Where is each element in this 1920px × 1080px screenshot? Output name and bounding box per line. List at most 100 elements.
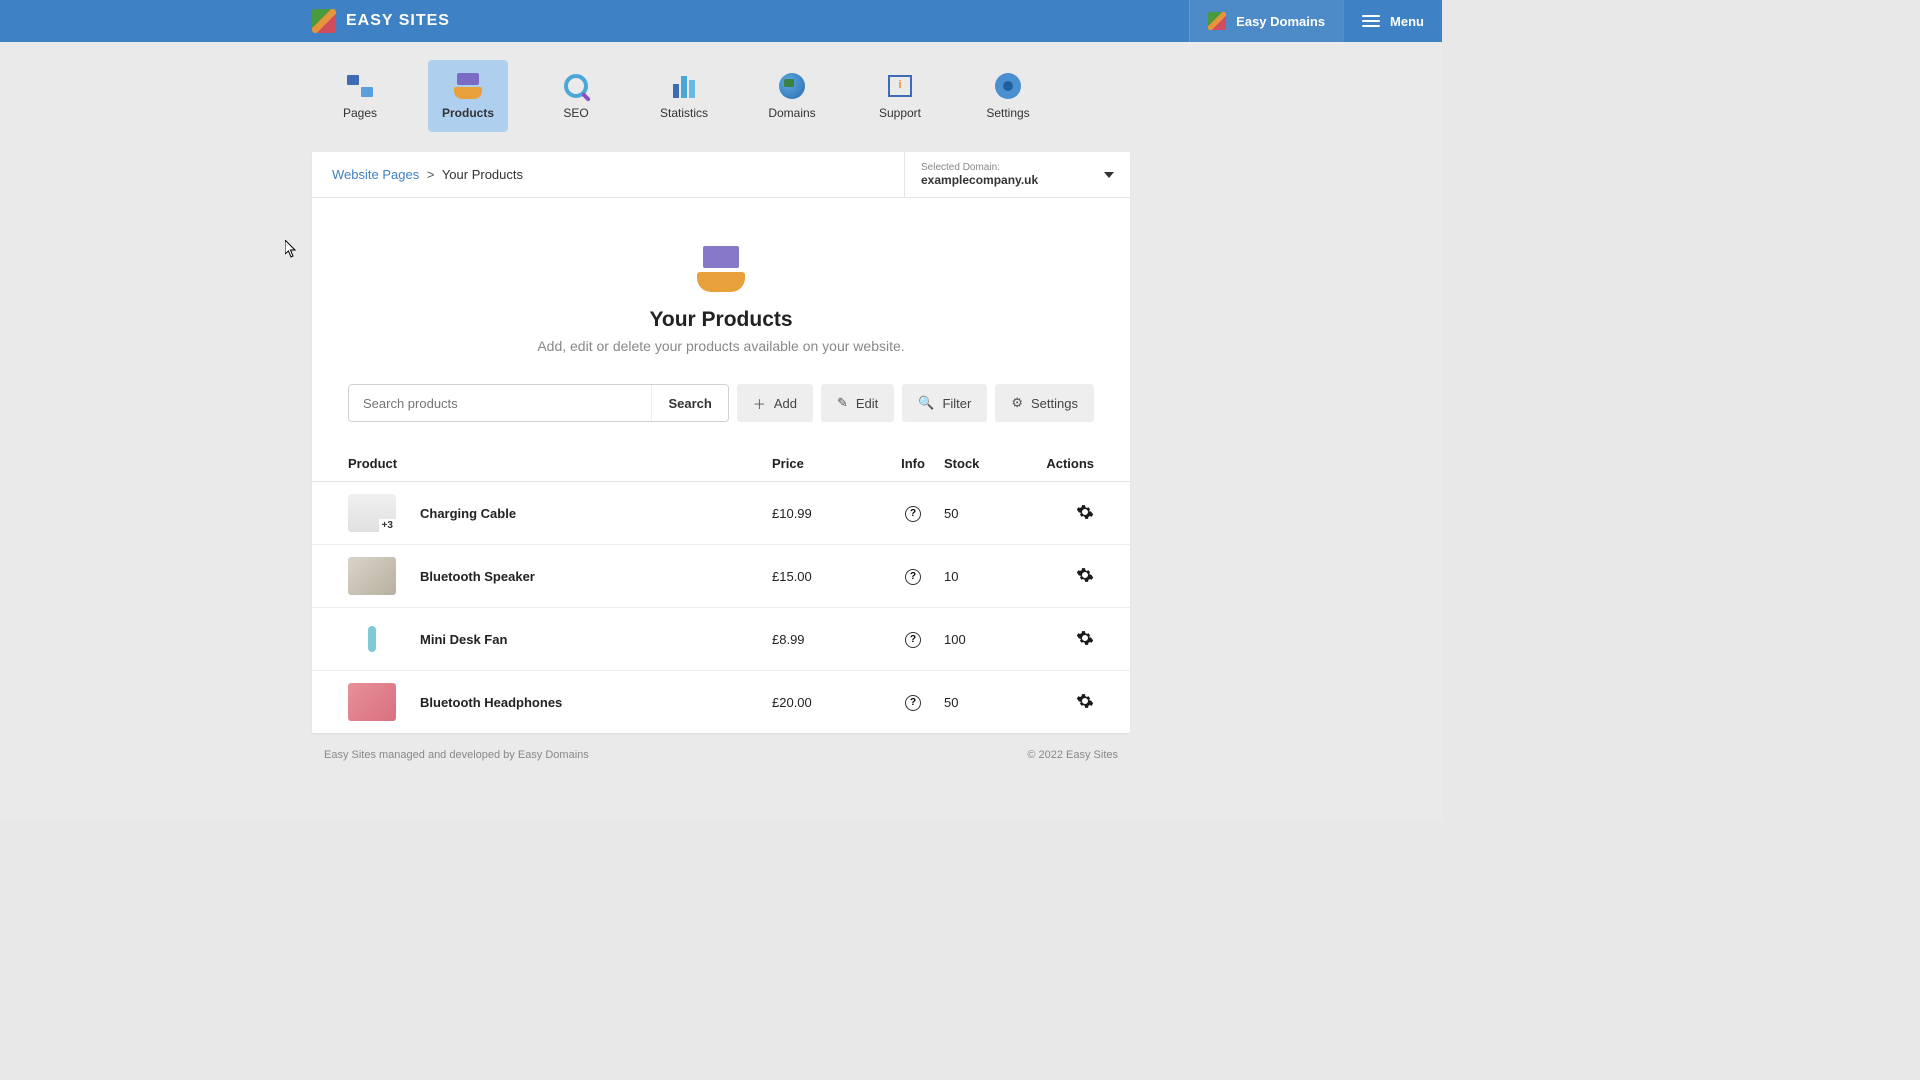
row-actions-button[interactable] <box>1076 566 1094 584</box>
page-title: Your Products <box>332 308 1110 332</box>
col-info: Info <box>882 456 944 471</box>
plus-icon: ＋ <box>753 394 766 413</box>
settings-icon <box>995 73 1021 99</box>
nav-label: SEO <box>563 106 588 120</box>
toolbar: Search ＋ Add ✎ Edit 🔍 Filter ⚙ Settings <box>312 384 1130 446</box>
edit-button[interactable]: ✎ Edit <box>821 384 894 422</box>
product-name: Mini Desk Fan <box>420 632 507 647</box>
row-actions-button[interactable] <box>1076 629 1094 647</box>
info-icon[interactable]: ? <box>905 506 921 522</box>
product-thumbnail: +3 <box>348 494 396 532</box>
products-hero-icon <box>696 246 746 292</box>
domain-selector-label: Selected Domain: <box>921 162 1104 173</box>
product-price: £15.00 <box>772 569 882 584</box>
topbar: EASY SITES Easy Domains Menu <box>0 0 1442 42</box>
nav-tab-domains[interactable]: Domains <box>752 60 832 132</box>
pages-icon <box>347 75 373 97</box>
product-stock: 10 <box>944 569 1034 584</box>
domain-selector[interactable]: Selected Domain: examplecompany.uk <box>904 152 1130 197</box>
nav-tab-seo[interactable]: SEO <box>536 60 616 132</box>
product-name: Charging Cable <box>420 506 516 521</box>
row-actions-button[interactable] <box>1076 692 1094 710</box>
table-row[interactable]: Bluetooth Headphones £20.00? 50 <box>312 671 1130 733</box>
statistics-icon <box>673 74 695 98</box>
breadcrumb-row: Website Pages > Your Products Selected D… <box>312 152 1130 198</box>
product-price: £10.99 <box>772 506 882 521</box>
seo-icon <box>564 74 588 98</box>
nav-tabs: Pages Products SEO Statistics Domains Su… <box>0 42 1442 132</box>
main-card: Website Pages > Your Products Selected D… <box>312 152 1130 733</box>
brand-logo[interactable]: EASY SITES <box>312 9 450 33</box>
nav-tab-support[interactable]: Support <box>860 60 940 132</box>
nav-tab-pages[interactable]: Pages <box>320 60 400 132</box>
product-thumbnail <box>348 683 396 721</box>
col-stock: Stock <box>944 456 1034 471</box>
nav-tab-products[interactable]: Products <box>428 60 508 132</box>
support-icon <box>888 75 912 97</box>
breadcrumb-separator: > <box>427 167 435 182</box>
col-actions: Actions <box>1034 456 1094 471</box>
product-price: £8.99 <box>772 632 882 647</box>
add-button[interactable]: ＋ Add <box>737 384 813 422</box>
product-thumbnail <box>348 557 396 595</box>
product-thumbnail <box>348 620 396 658</box>
breadcrumb-root-link[interactable]: Website Pages <box>332 167 419 182</box>
gear-icon: ⚙ <box>1011 395 1023 411</box>
nav-tab-statistics[interactable]: Statistics <box>644 60 724 132</box>
col-product: Product <box>348 456 772 471</box>
table-body: +3 Charging Cable £10.99? 50 Bluetooth Speak… <box>312 482 1130 733</box>
products-icon <box>453 73 483 99</box>
add-label: Add <box>774 396 797 411</box>
page-hero: Your Products Add, edit or delete your p… <box>312 198 1130 384</box>
product-stock: 100 <box>944 632 1034 647</box>
domain-selector-value: examplecompany.uk <box>921 173 1104 187</box>
brand-name: EASY SITES <box>346 12 450 30</box>
product-name: Bluetooth Headphones <box>420 695 562 710</box>
product-stock: 50 <box>944 506 1034 521</box>
info-icon[interactable]: ? <box>905 695 921 711</box>
search-input[interactable] <box>349 385 651 421</box>
nav-label: Support <box>879 106 921 120</box>
breadcrumb-current: Your Products <box>442 167 523 182</box>
easy-domains-button[interactable]: Easy Domains <box>1189 0 1343 42</box>
col-price: Price <box>772 456 882 471</box>
page-subtitle: Add, edit or delete your products availa… <box>332 338 1110 354</box>
nav-label: Domains <box>768 106 815 120</box>
filter-label: Filter <box>942 396 971 411</box>
footer-right: © 2022 Easy Sites <box>1027 749 1118 761</box>
mouse-cursor <box>285 240 297 258</box>
magnifier-icon: 🔍 <box>918 395 934 411</box>
logo-icon <box>312 9 336 33</box>
menu-label: Menu <box>1390 14 1424 29</box>
edit-label: Edit <box>856 396 878 411</box>
pencil-icon: ✎ <box>837 395 848 411</box>
footer: Easy Sites managed and developed by Easy… <box>312 739 1130 771</box>
thumbnail-badge: +3 <box>379 519 396 532</box>
breadcrumb: Website Pages > Your Products <box>312 152 904 197</box>
filter-button[interactable]: 🔍 Filter <box>902 384 987 422</box>
table-header: Product Price Info Stock Actions <box>312 446 1130 482</box>
product-stock: 50 <box>944 695 1034 710</box>
product-price: £20.00 <box>772 695 882 710</box>
row-actions-button[interactable] <box>1076 503 1094 521</box>
footer-left: Easy Sites managed and developed by Easy… <box>324 749 589 761</box>
globe-icon <box>779 73 805 99</box>
table-row[interactable]: Bluetooth Speaker £15.00? 10 <box>312 545 1130 608</box>
nav-label: Statistics <box>660 106 708 120</box>
settings-button[interactable]: ⚙ Settings <box>995 384 1094 422</box>
easy-domains-icon <box>1208 12 1226 30</box>
table-row[interactable]: Mini Desk Fan £8.99? 100 <box>312 608 1130 671</box>
product-name: Bluetooth Speaker <box>420 569 535 584</box>
nav-label: Products <box>442 106 494 120</box>
search-wrap: Search <box>348 384 729 422</box>
table-row[interactable]: +3 Charging Cable £10.99? 50 <box>312 482 1130 545</box>
hamburger-icon <box>1362 15 1380 27</box>
nav-tab-settings[interactable]: Settings <box>968 60 1048 132</box>
info-icon[interactable]: ? <box>905 632 921 648</box>
chevron-down-icon <box>1104 172 1114 178</box>
info-icon[interactable]: ? <box>905 569 921 585</box>
search-button[interactable]: Search <box>651 385 727 421</box>
settings-label: Settings <box>1031 396 1078 411</box>
nav-label: Settings <box>986 106 1029 120</box>
menu-button[interactable]: Menu <box>1343 0 1442 42</box>
